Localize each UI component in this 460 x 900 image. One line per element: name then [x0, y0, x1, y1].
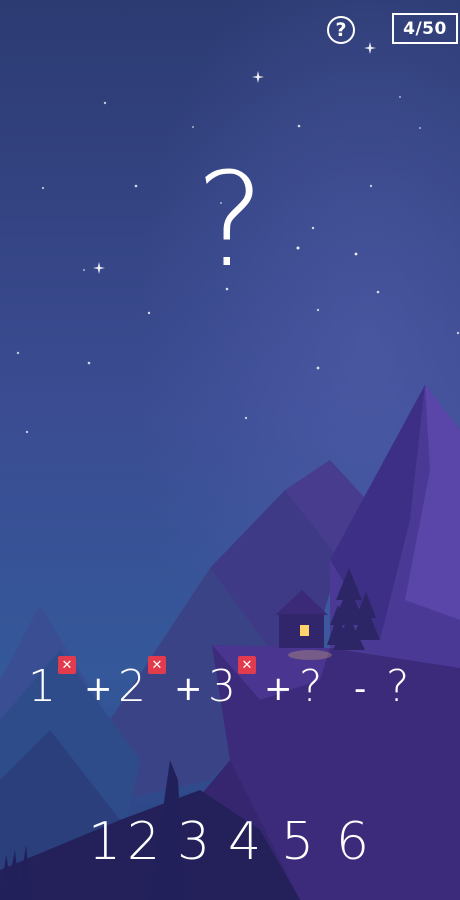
- digit-key-1[interactable]: 1: [88, 812, 121, 872]
- equation-number: 3: [208, 661, 236, 712]
- digit-key-3[interactable]: 3: [177, 812, 210, 872]
- digit-key-4[interactable]: 4: [228, 812, 261, 872]
- equation-number: 1: [28, 661, 56, 712]
- question-icon: ?: [335, 19, 347, 41]
- digit-key-6[interactable]: 6: [336, 812, 369, 872]
- equation-operator: +: [84, 669, 113, 709]
- equation-operator: +: [174, 669, 203, 709]
- help-button[interactable]: ?: [327, 16, 355, 44]
- equation-number: ?: [299, 661, 323, 712]
- equation-number: 2: [118, 661, 146, 712]
- equation-operator: -: [354, 669, 367, 709]
- wrong-mark-icon: ✕: [58, 656, 76, 674]
- digit-key-2[interactable]: 2: [127, 812, 160, 872]
- wrong-mark-icon: ✕: [238, 656, 256, 674]
- digit-key-5[interactable]: 5: [281, 812, 314, 872]
- night-mountain-background: [0, 0, 460, 900]
- answer-display: ?: [195, 144, 265, 296]
- equation-number: ?: [386, 661, 410, 712]
- level-counter: 4/50: [392, 13, 458, 44]
- wrong-mark-icon: ✕: [148, 656, 166, 674]
- equation-operator: +: [264, 669, 293, 709]
